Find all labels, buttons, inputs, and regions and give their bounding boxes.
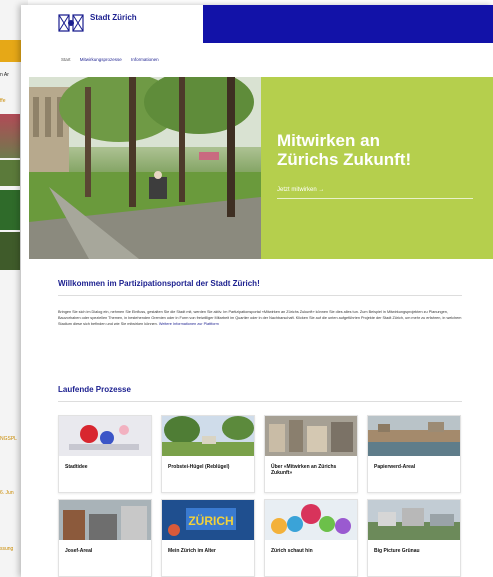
- process-card-label: Mein Zürich im Alter: [168, 548, 216, 554]
- process-card-image: [368, 416, 460, 456]
- background-image: [0, 232, 20, 270]
- process-card-label: Papierwerd-Areal: [374, 464, 416, 470]
- process-card-image: [59, 416, 151, 456]
- process-card-label: Josef-Areal: [65, 548, 93, 554]
- welcome-heading: Willkommen im Partizipationsportal der S…: [58, 279, 260, 288]
- process-card-big-picture-gruenau[interactable]: Big Picture Grünau: [367, 499, 461, 577]
- process-card-label: Stadtidee: [65, 464, 88, 470]
- background-image: [0, 160, 20, 186]
- process-card-about-portal[interactable]: Über «Mitwirken an Zürichs Zukunft»: [264, 415, 358, 493]
- breadcrumb-processes[interactable]: Mitwirkungsprozesse: [80, 57, 122, 62]
- process-card-label: Probstei-Hügel (Reblügel): [168, 464, 230, 470]
- process-card-label: Zürich schaut hin: [271, 548, 313, 554]
- section-divider: [58, 295, 462, 296]
- hero-title: Mitwirken an Zürichs Zukunft!: [277, 131, 412, 169]
- header-blue-band: [203, 5, 493, 43]
- process-card-label: Big Picture Grünau: [374, 548, 420, 554]
- process-card-label: Über «Mitwirken an Zürichs Zukunft»: [271, 464, 337, 476]
- hero-park-photo: [29, 77, 261, 259]
- process-card-image: [265, 500, 357, 540]
- section-divider: [58, 401, 462, 402]
- participation-portal-page: Stadt Zürich Start Mitwirkungsprozesse I…: [21, 5, 493, 577]
- process-card-stadtidee[interactable]: Stadtidee: [58, 415, 152, 493]
- breadcrumb: Start Mitwirkungsprozesse Informationen: [61, 57, 167, 62]
- process-card-image: ZÜRICH: [162, 500, 254, 540]
- process-card-zurich-schaut-hin[interactable]: Zürich schaut hin: [264, 499, 358, 577]
- process-card-image: [162, 416, 254, 456]
- hero-divider: [277, 198, 473, 199]
- hero-banner: Mitwirken an Zürichs Zukunft! Jetzt mitw…: [29, 77, 493, 259]
- participate-now-link[interactable]: Jetzt mitwirken →: [277, 187, 324, 193]
- process-card-papierwerd[interactable]: Papierwerd-Areal: [367, 415, 461, 493]
- running-processes-heading: Laufende Prozesse: [58, 385, 131, 394]
- background-text-fragment: 6. Jun: [0, 490, 14, 496]
- process-card-image: [368, 500, 460, 540]
- process-card-image: [265, 416, 357, 456]
- background-text-fragment: NGSPL: [0, 436, 17, 442]
- background-image: [0, 114, 20, 158]
- background-nav-fragment: n Ar: [0, 72, 9, 78]
- hero-text-panel: Mitwirken an Zürichs Zukunft! Jetzt mitw…: [261, 77, 493, 259]
- site-brand[interactable]: Stadt Zürich: [90, 13, 137, 22]
- background-text-fragment: ssung: [0, 546, 14, 552]
- welcome-text: Bringen Sie sich im Dialog ein, nehmen S…: [58, 310, 462, 326]
- process-card-josef-areal[interactable]: Josef-Areal: [58, 499, 152, 577]
- site-header: Stadt Zürich: [21, 5, 493, 43]
- zurich-coat-of-arms-icon[interactable]: [57, 13, 85, 33]
- process-card-zurich-im-alter[interactable]: ZÜRICH Mein Zürich im Alter: [161, 499, 255, 577]
- background-link-fragment: ffe: [0, 98, 6, 104]
- more-info-link[interactable]: Weitere Informationen zur Plattform: [159, 322, 219, 326]
- breadcrumb-information[interactable]: Informationen: [131, 57, 159, 62]
- process-card-image: [59, 500, 151, 540]
- breadcrumb-start[interactable]: Start: [61, 57, 71, 62]
- background-image: [0, 190, 20, 230]
- svg-text:ZÜRICH: ZÜRICH: [188, 513, 233, 528]
- process-card-probstei[interactable]: Probstei-Hügel (Reblügel): [161, 415, 255, 493]
